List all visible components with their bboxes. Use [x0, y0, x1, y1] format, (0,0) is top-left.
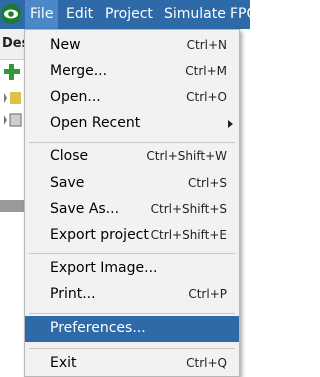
menu-item-print[interactable]: Print... Ctrl+P: [25, 282, 239, 308]
menu-item-save-as[interactable]: Save As... Ctrl+Shift+S: [25, 197, 239, 223]
menu-separator: [29, 253, 235, 254]
menu-separator: [29, 313, 235, 314]
submenu-arrow-icon: [228, 120, 233, 128]
menu-separator: [29, 142, 235, 143]
folder-icon[interactable]: [2, 88, 22, 108]
menu-item-preferences[interactable]: Preferences...: [25, 316, 239, 342]
menu-project[interactable]: Project: [105, 0, 153, 29]
menu-item-close[interactable]: Close Ctrl+Shift+W: [25, 144, 239, 170]
add-icon[interactable]: [2, 62, 22, 82]
menu-item-exit[interactable]: Exit Ctrl+Q: [25, 351, 239, 377]
menu-file[interactable]: File: [25, 0, 59, 29]
menu-item-new[interactable]: New Ctrl+N: [25, 33, 239, 59]
menu-bar: File Edit Project Simulate FPG: [0, 0, 257, 29]
menu-item-export-image[interactable]: Export Image...: [25, 256, 239, 282]
menu-item-open-recent[interactable]: Open Recent: [25, 111, 239, 137]
eye-logo-icon: [1, 4, 21, 24]
menu-edit[interactable]: Edit: [66, 0, 93, 29]
menu-item-open[interactable]: Open... Ctrl+O: [25, 85, 239, 111]
menu-separator: [29, 348, 235, 349]
menu-item-export-project[interactable]: Export project Ctrl+Shift+E: [25, 223, 239, 249]
menu-fpga[interactable]: FPG: [230, 0, 257, 29]
menu-simulate[interactable]: Simulate: [164, 0, 226, 29]
file-menu-dropdown: New Ctrl+N Merge... Ctrl+M Open... Ctrl+…: [24, 29, 240, 377]
folder-icon[interactable]: [2, 110, 22, 130]
menu-item-merge[interactable]: Merge... Ctrl+M: [25, 59, 239, 85]
menu-item-save[interactable]: Save Ctrl+S: [25, 171, 239, 197]
